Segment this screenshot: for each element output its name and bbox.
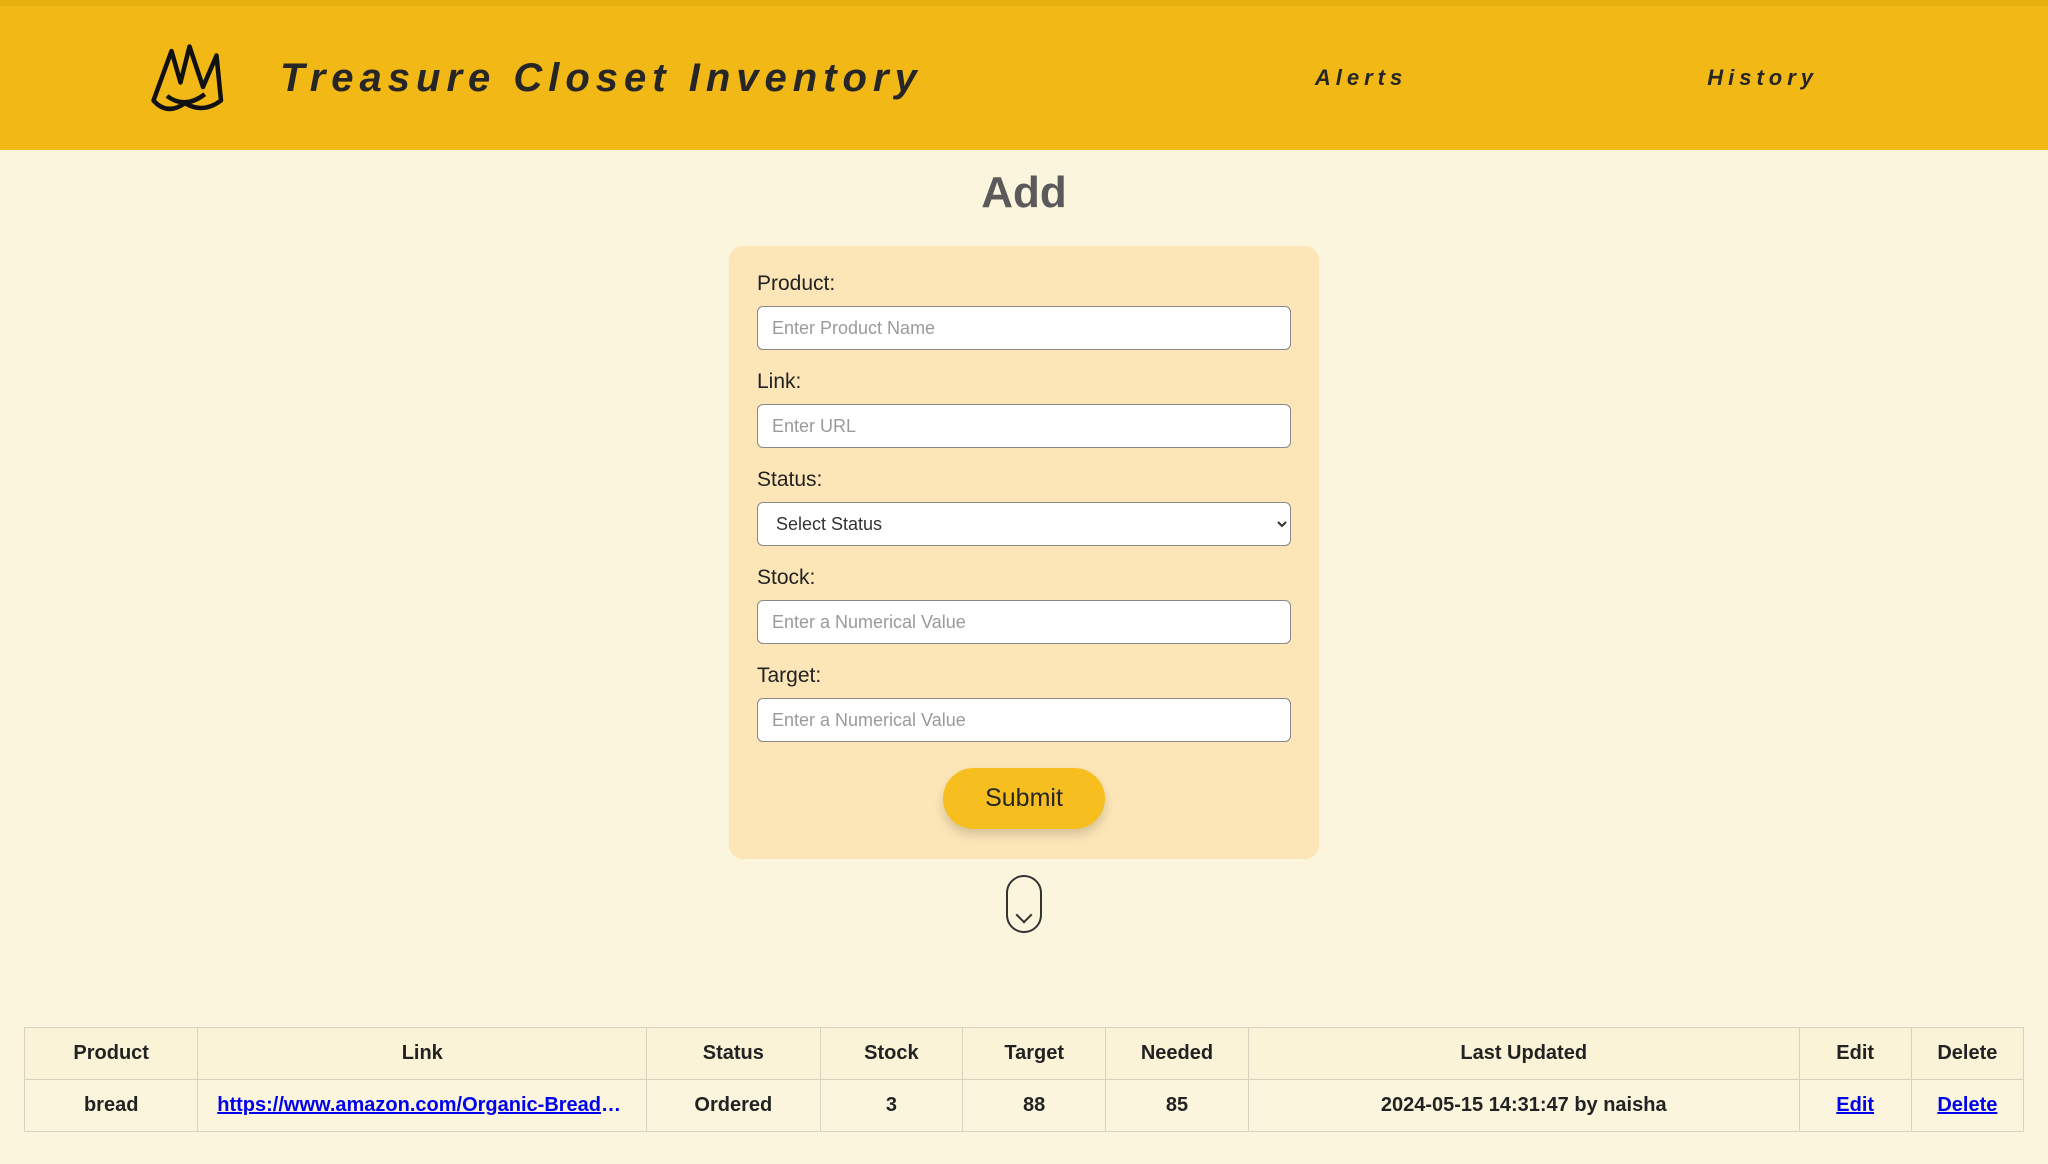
stock-label: Stock:: [757, 566, 1291, 590]
app-title: Treasure Closet Inventory: [280, 56, 923, 101]
cell-edit: Edit: [1799, 1080, 1911, 1132]
edit-link[interactable]: Edit: [1836, 1094, 1874, 1116]
nav-links: Alerts History: [1315, 65, 1988, 91]
header-link: Link: [198, 1028, 647, 1080]
nav-history[interactable]: History: [1707, 65, 1818, 91]
cell-product: bread: [25, 1080, 198, 1132]
inventory-table: Product Link Status Stock Target Needed …: [24, 1027, 2024, 1132]
table-row: bread https://www.amazon.com/Organic-Bre…: [25, 1080, 2024, 1132]
stock-input[interactable]: [757, 600, 1291, 644]
target-label: Target:: [757, 664, 1291, 688]
inventory-table-wrap: Product Link Status Stock Target Needed …: [24, 1027, 2024, 1132]
header-product: Product: [25, 1028, 198, 1080]
cell-last-updated: 2024-05-15 14:31:47 by naisha: [1248, 1080, 1799, 1132]
cell-delete: Delete: [1911, 1080, 2023, 1132]
product-input[interactable]: [757, 306, 1291, 350]
header-stock: Stock: [820, 1028, 963, 1080]
header-status: Status: [647, 1028, 820, 1080]
cell-target: 88: [963, 1080, 1106, 1132]
header-edit: Edit: [1799, 1028, 1911, 1080]
header-last-updated: Last Updated: [1248, 1028, 1799, 1080]
cell-link: https://www.amazon.com/Organic-Bread-Hea…: [198, 1080, 647, 1132]
scroll-down-icon[interactable]: [1006, 875, 1042, 933]
cell-stock: 3: [820, 1080, 963, 1132]
header-needed: Needed: [1106, 1028, 1249, 1080]
add-form-card: Product: Link: Status: Select Status Sto…: [729, 246, 1319, 859]
status-select[interactable]: Select Status: [757, 502, 1291, 546]
delete-link[interactable]: Delete: [1937, 1094, 1997, 1116]
target-input[interactable]: [757, 698, 1291, 742]
page-title: Add: [0, 168, 2048, 218]
cell-needed: 85: [1106, 1080, 1249, 1132]
header-delete: Delete: [1911, 1028, 2023, 1080]
cell-status: Ordered: [647, 1080, 820, 1132]
product-link[interactable]: https://www.amazon.com/Organic-Bread-Hea…: [217, 1094, 627, 1117]
header-bar: Treasure Closet Inventory Alerts History: [0, 0, 2048, 150]
link-label: Link:: [757, 370, 1291, 394]
header-target: Target: [963, 1028, 1106, 1080]
link-input[interactable]: [757, 404, 1291, 448]
logo-icon: [140, 33, 230, 123]
product-label: Product:: [757, 272, 1291, 296]
submit-button[interactable]: Submit: [943, 768, 1105, 829]
status-label: Status:: [757, 468, 1291, 492]
nav-alerts[interactable]: Alerts: [1315, 65, 1407, 91]
table-header-row: Product Link Status Stock Target Needed …: [25, 1028, 2024, 1080]
